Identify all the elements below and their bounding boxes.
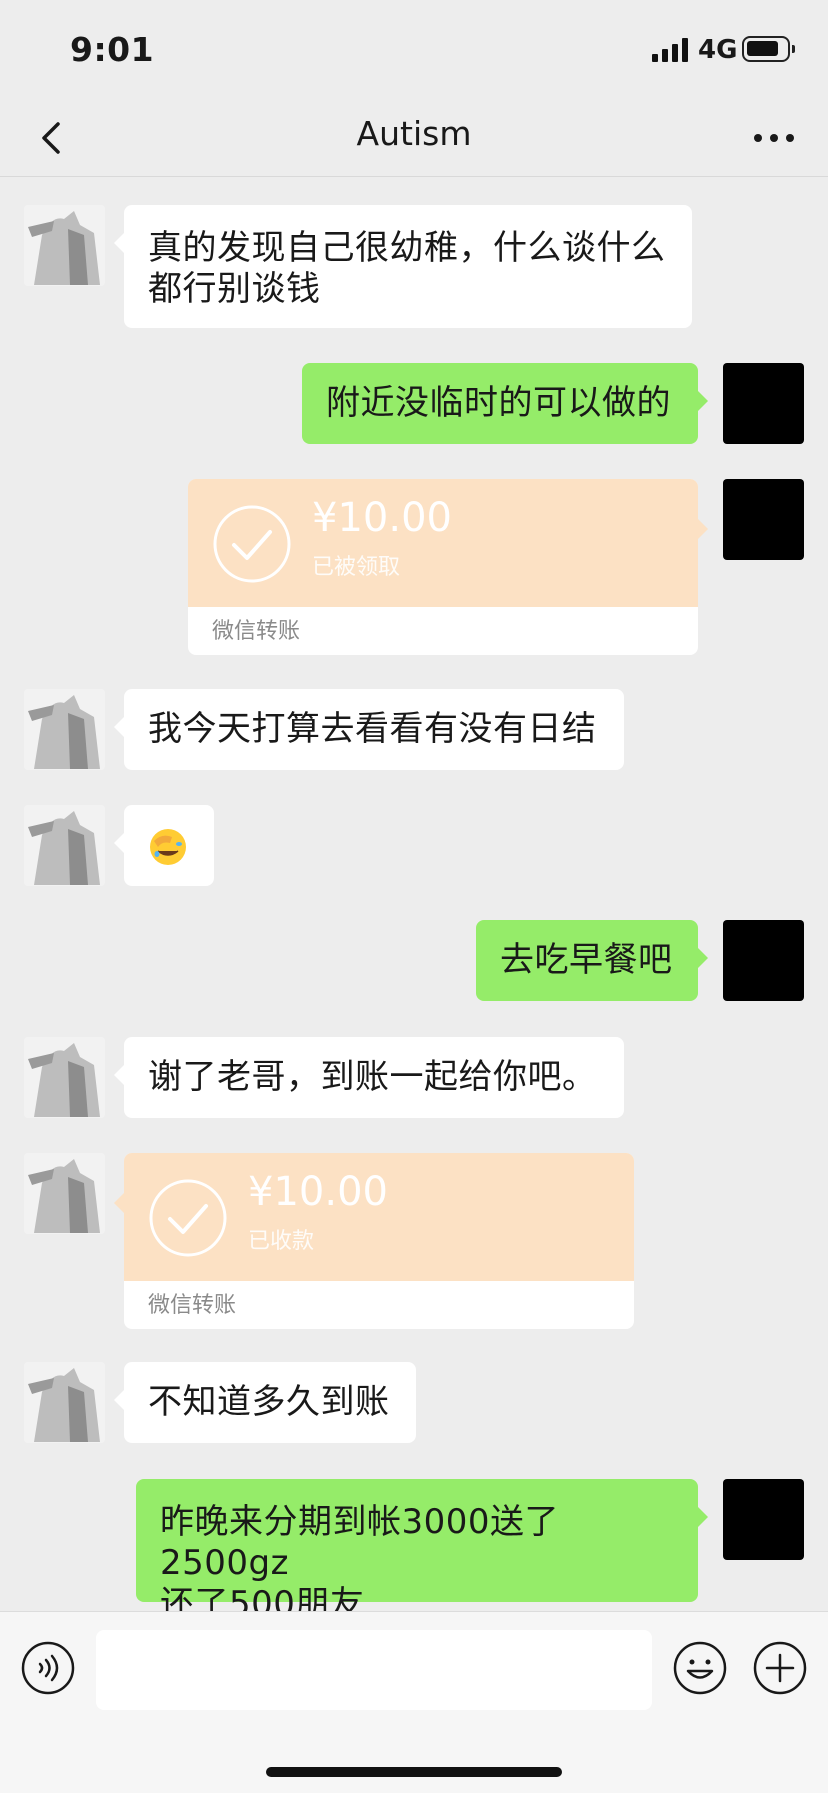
- transfer-amount: ¥10.00: [248, 1169, 388, 1215]
- contact-avatar[interactable]: [24, 1362, 105, 1443]
- contact-avatar[interactable]: [24, 805, 105, 886]
- transfer-status: 已被领取: [312, 555, 401, 580]
- message-bubble[interactable]: 谢了老哥，到账一起给你吧。: [114, 1037, 624, 1118]
- transfer-amount: ¥10.00: [312, 495, 452, 541]
- message-list[interactable]: 真的发现自己很幼稚，什么谈什么 都行别谈钱 附近没临时的可以做的 ¥10.00 …: [0, 177, 828, 1611]
- chat-title: Autism: [356, 114, 472, 153]
- contact-avatar[interactable]: [24, 689, 105, 770]
- transfer-label: 微信转账: [212, 619, 301, 644]
- received-check-icon: [213, 505, 291, 583]
- transfer-status: 已收款: [248, 1229, 315, 1254]
- transfer-card[interactable]: ¥10.00 已被领取 微信转账: [188, 479, 698, 655]
- my-avatar[interactable]: [723, 1479, 804, 1560]
- emoji-picker-icon[interactable]: [672, 1640, 728, 1696]
- facepalm-laugh-emoji-icon: [150, 829, 186, 865]
- my-avatar[interactable]: [723, 920, 804, 1001]
- network-label: 4G: [698, 35, 738, 65]
- battery-icon: [742, 36, 795, 62]
- more-options-icon[interactable]: [748, 118, 800, 158]
- home-indicator[interactable]: [266, 1767, 562, 1777]
- status-time: 9:01: [70, 30, 155, 69]
- message-bubble[interactable]: 真的发现自己很幼稚，什么谈什么 都行别谈钱: [114, 205, 692, 328]
- transfer-label: 微信转账: [148, 1293, 237, 1318]
- message-bubble[interactable]: 昨晚来分期到帐3000送了2500gz 还了500朋友: [136, 1479, 708, 1611]
- message-bubble[interactable]: 附近没临时的可以做的: [302, 363, 708, 444]
- contact-avatar[interactable]: [24, 1153, 105, 1234]
- plus-icon[interactable]: [752, 1640, 808, 1696]
- message-bubble[interactable]: 不知道多久到账: [114, 1362, 416, 1443]
- chat-header: Autism: [0, 100, 828, 177]
- contact-avatar[interactable]: [24, 205, 105, 286]
- message-bubble[interactable]: [114, 805, 214, 886]
- message-bubble[interactable]: 去吃早餐吧: [476, 920, 708, 1001]
- voice-input-icon[interactable]: [20, 1640, 76, 1696]
- my-avatar[interactable]: [723, 479, 804, 560]
- message-input-bar: [0, 1611, 828, 1793]
- my-avatar[interactable]: [723, 363, 804, 444]
- message-text-field[interactable]: [96, 1630, 652, 1710]
- message-bubble[interactable]: 我今天打算去看看有没有日结: [114, 689, 624, 770]
- transfer-card[interactable]: ¥10.00 已收款 微信转账: [124, 1153, 634, 1329]
- received-check-icon: [149, 1179, 227, 1257]
- signal-icon: [652, 38, 690, 62]
- contact-avatar[interactable]: [24, 1037, 105, 1118]
- status-bar: 9:01 4G: [0, 0, 828, 100]
